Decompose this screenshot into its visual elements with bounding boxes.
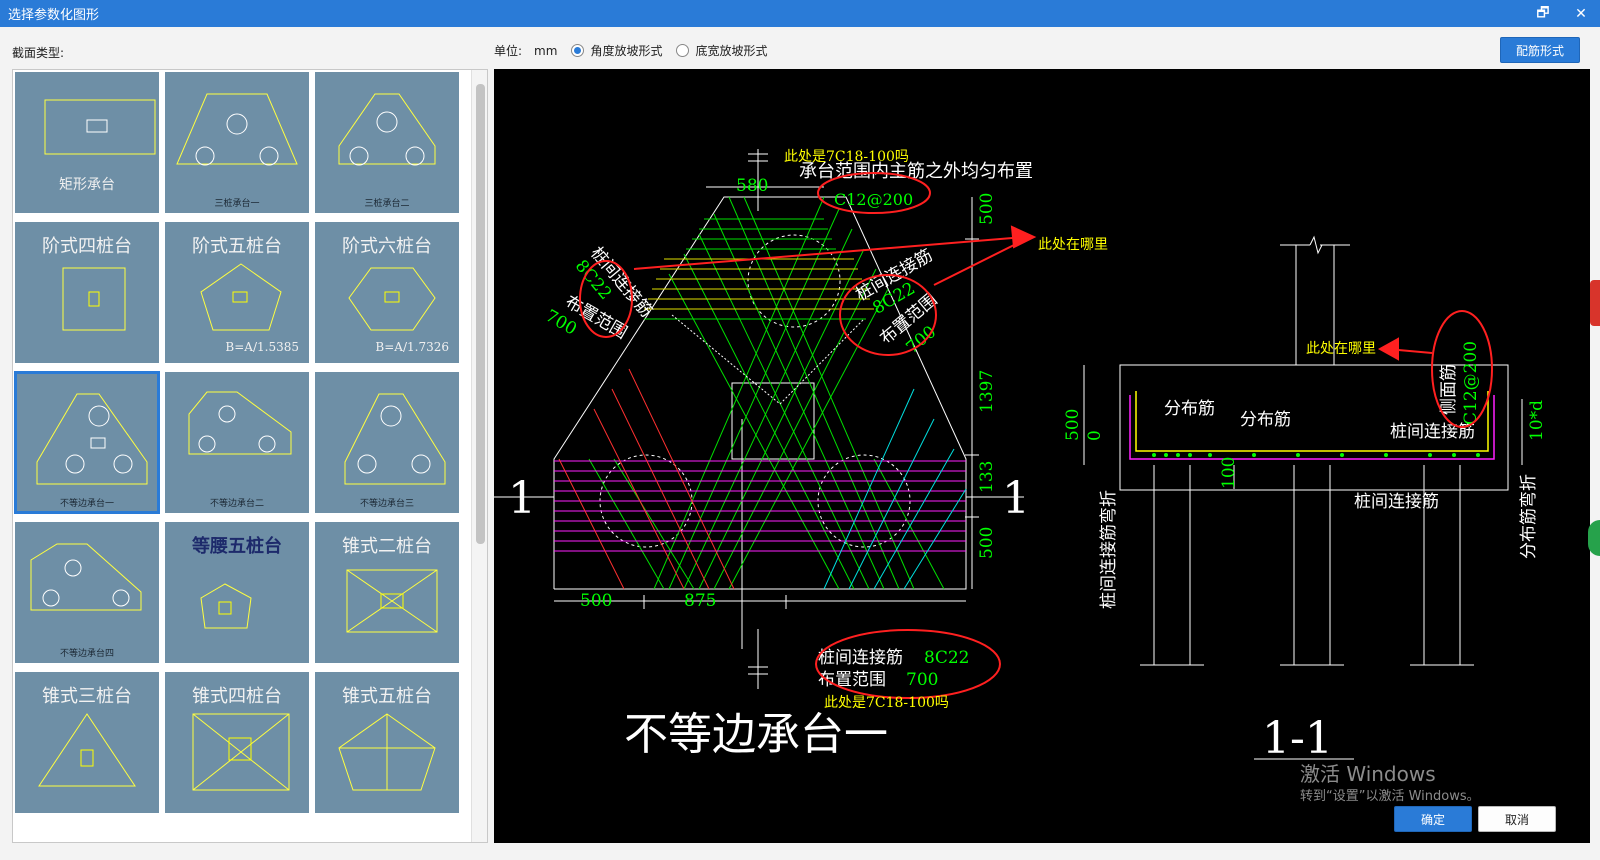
shape-gallery: 矩形承台三桩承台一 三桩承台二阶式四桩台 阶式五桩台 B=A/1.5385 阶式六桩台 B… [12, 69, 488, 843]
shape-tile[interactable]: 阶式六桩台 B=A/1.7326 [315, 222, 459, 363]
shape-tile-caption: 等腰五桩台 [192, 536, 282, 557]
window-title: 选择参数化图形 [8, 8, 100, 23]
shape-tile-caption: 锥式五桩台 [342, 686, 432, 707]
shape-tile-caption: 不等边承台一 [59, 499, 114, 509]
gallery-scrollbar[interactable] [471, 70, 487, 842]
shape-tile-caption: 阶式五桩台 [192, 236, 282, 257]
dim-right-2: 1397 [977, 370, 997, 413]
shape-tile[interactable]: 不等边承台一 [15, 372, 159, 513]
close-icon[interactable]: ✕ [1562, 0, 1600, 27]
shape-tile-formula: B=A/1.5385 [225, 340, 299, 354]
radio-width-slope[interactable] [676, 44, 690, 57]
shape-thumbnail [344, 393, 446, 485]
shape-tile-caption: 阶式六桩台 [342, 236, 432, 257]
shape-tile-caption: 锥式二桩台 [342, 536, 432, 557]
shape-tile-caption: 不等边承台四 [59, 649, 114, 659]
shape-tile[interactable]: 三桩承台二 [315, 72, 459, 213]
shape-tile-caption: 矩形承台 [59, 177, 115, 193]
activation-watermark: 激活 Windows [1300, 762, 1436, 786]
section-view [1083, 235, 1523, 760]
shape-tile-caption: 不等边承台二 [209, 499, 264, 509]
sec-left-vertical: 桩间连接筋弯折 [1099, 490, 1119, 609]
rebar-form-button[interactable]: 配筋形式 [1500, 37, 1580, 63]
ok-button[interactable]: 确定 [1394, 806, 1472, 832]
shape-tile[interactable]: 矩形承台 [15, 72, 159, 213]
dim-bottom-mid: 875 [684, 591, 716, 611]
sec-dim-500: 500 [1063, 409, 1083, 441]
shape-thumbnail [176, 93, 298, 166]
shape-tile-caption: 锥式四桩台 [192, 686, 282, 707]
shape-thumbnail [338, 93, 436, 166]
radio-angle-slope-label[interactable]: 角度放坡形式 [590, 42, 662, 59]
side-widget-2[interactable] [1588, 520, 1600, 556]
sec-dim-10d: 10*d [1527, 400, 1547, 441]
shape-tile-formula: B=A/1.7326 [375, 340, 449, 354]
shape-tile-caption: 三桩承台一 [214, 199, 260, 209]
drawing-main-title: 不等边承台一 [624, 709, 888, 760]
section-mark-right: 1 [1002, 473, 1030, 524]
sec-dist-label-2: 分布筋 [1240, 410, 1291, 430]
shape-tile[interactable]: 等腰五桩台 [165, 522, 309, 663]
restore-icon[interactable]: 🗗 [1524, 0, 1562, 27]
sec-link-label-2: 桩间连接筋 [1354, 492, 1439, 512]
top-spec: C12@200 [834, 190, 913, 209]
annotation-bottom: 此处是7C18-100吗 [824, 695, 949, 711]
sec-side-spec: C12@200 [1461, 341, 1481, 425]
cancel-button[interactable]: 取消 [1478, 806, 1556, 832]
shape-thumbnail [188, 391, 292, 455]
shape-tile[interactable]: 阶式五桩台 B=A/1.5385 [165, 222, 309, 363]
activation-watermark-hint: 转到“设置”以激活 Windows。 [1300, 789, 1480, 804]
shape-tile[interactable]: 锥式四桩台 [165, 672, 309, 813]
bottom-range-value: 700 [906, 670, 938, 690]
sec-dim-0: 0 [1085, 430, 1105, 441]
dim-bottom-left: 500 [580, 591, 612, 611]
scrollbar-thumb[interactable] [476, 84, 485, 544]
bottom-rebar-spec: 8C22 [924, 648, 969, 668]
radio-angle-slope[interactable] [571, 44, 585, 57]
sec-dist-label-1: 分布筋 [1164, 399, 1215, 419]
dashed-boundary [671, 314, 865, 405]
dim-right-4: 500 [977, 527, 997, 559]
annotation-top: 此处是7C18-100吗 [784, 149, 909, 165]
shape-tile-caption: 阶式四桩台 [42, 236, 132, 257]
shape-tile[interactable]: 锥式三桩台 [15, 672, 159, 813]
shape-tile[interactable]: 锥式二桩台 [315, 522, 459, 663]
dialog-body: 截面类型: 单位: mm 角度放坡形式 底宽放坡形式 配筋形式 矩形承台三桩承台… [0, 27, 1600, 860]
section-title: 1-1 [1262, 713, 1333, 764]
shape-tile[interactable]: 不等边承台四 [15, 522, 159, 663]
shape-thumbnail [30, 543, 142, 611]
review-markup [579, 172, 1493, 699]
green-rebar-hatch [588, 196, 945, 590]
shape-tile[interactable]: 不等边承台三 [315, 372, 459, 513]
side-widget[interactable] [1590, 280, 1600, 326]
shape-tile-caption: 三桩承台二 [364, 199, 410, 209]
shape-tile[interactable]: 锥式五桩台 [315, 672, 459, 813]
annotation-section: 此处在哪里 [1306, 341, 1376, 357]
title-bar: 选择参数化图形 🗗 ✕ [0, 0, 1600, 27]
section-mark-left: 1 [508, 473, 536, 524]
unit-label: 单位: [494, 44, 523, 58]
sec-side-label: 侧面筋 [1439, 364, 1459, 415]
cad-preview: 580 500 875 500 1397 133 500 1 1 承台范围内主筋… [494, 69, 1590, 843]
unit-value: mm [534, 43, 558, 58]
shape-thumbnail [36, 393, 148, 485]
radio-width-slope-label[interactable]: 底宽放坡形式 [695, 42, 767, 59]
shape-tile[interactable]: 不等边承台二 [165, 372, 309, 513]
shape-tile[interactable]: 三桩承台一 [165, 72, 309, 213]
shape-tile-caption: 锥式三桩台 [42, 686, 132, 707]
dim-right-1: 500 [977, 193, 997, 225]
shape-tile-caption: 不等边承台三 [359, 499, 414, 509]
dim-right-3: 133 [977, 461, 997, 493]
dim-top-width: 580 [736, 176, 768, 196]
sec-right-vertical: 分布筋弯折 [1519, 474, 1539, 559]
sec-dim-100: 100 [1219, 457, 1239, 489]
annotation-right: 此处在哪里 [1038, 237, 1108, 253]
section-type-label: 截面类型: [12, 46, 65, 60]
unit-bar: 单位: mm 角度放坡形式 底宽放坡形式 [494, 42, 767, 59]
bottom-rebar-name: 桩间连接筋 [818, 648, 903, 668]
shape-tile[interactable]: 阶式四桩台 [15, 222, 159, 363]
